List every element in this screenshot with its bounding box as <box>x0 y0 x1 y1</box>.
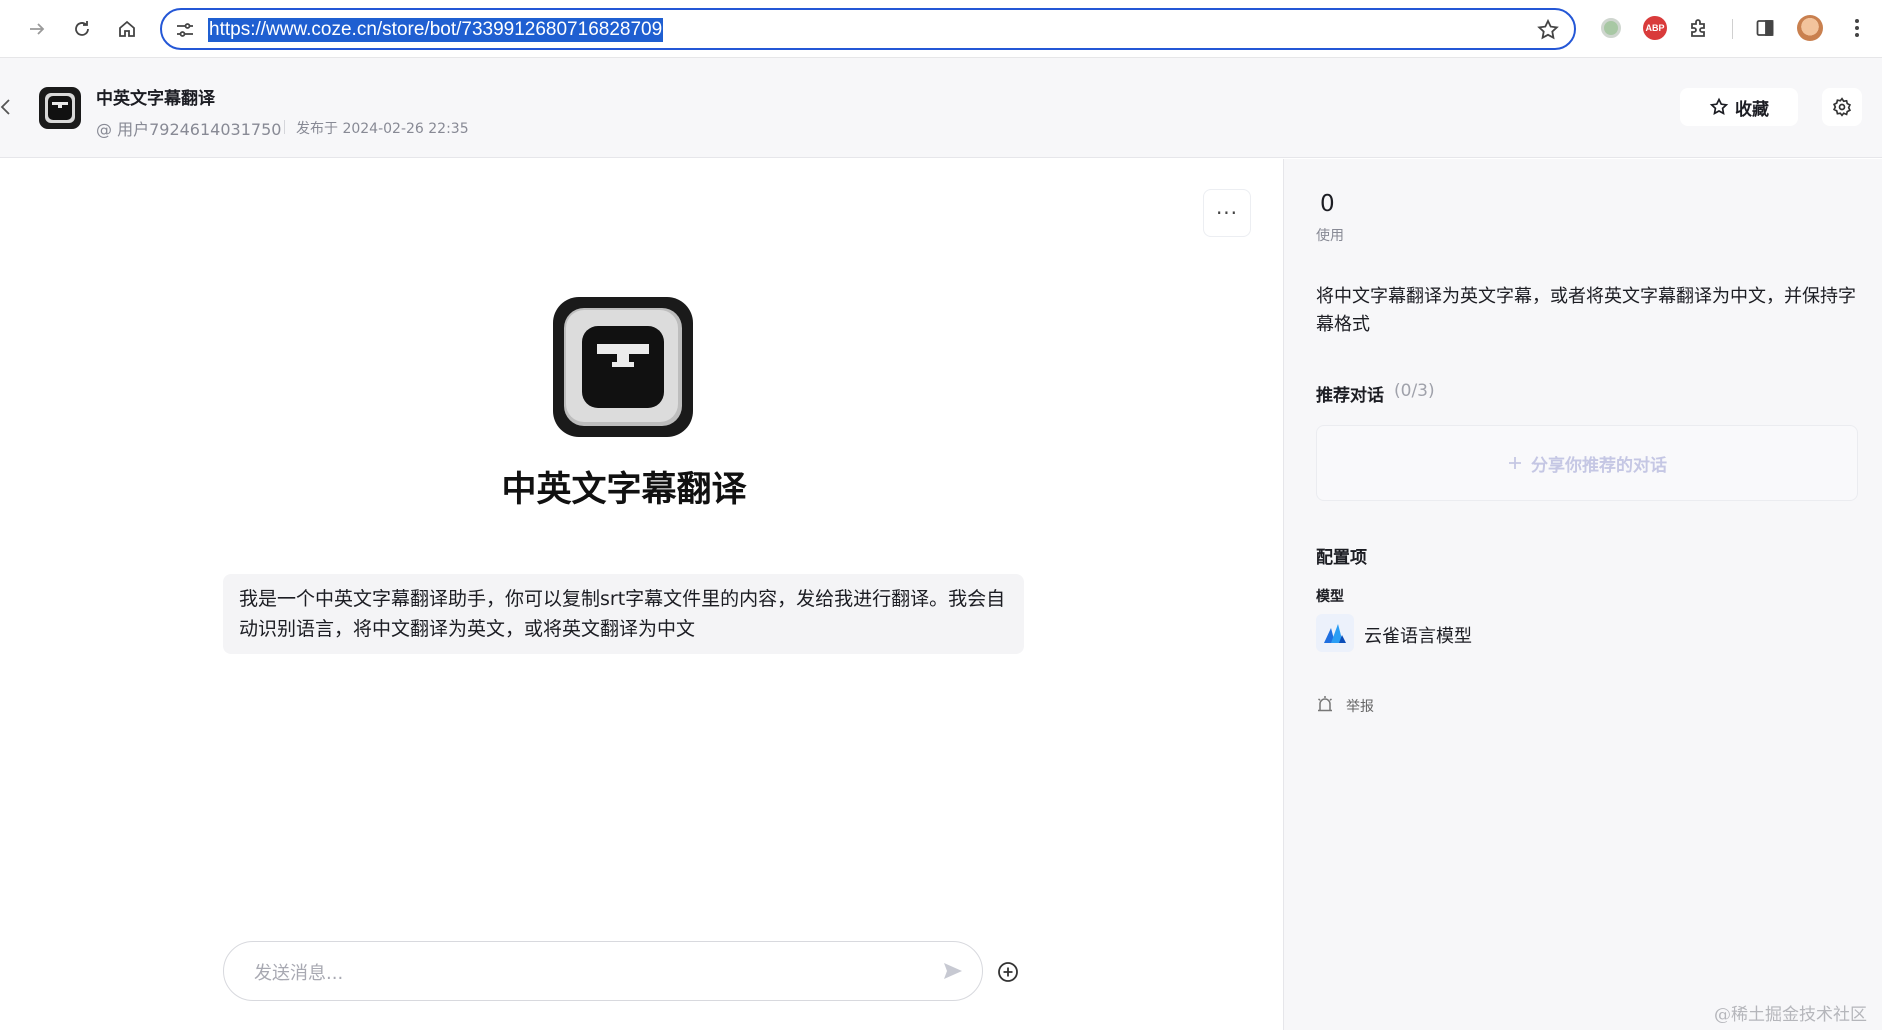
message-input-placeholder: 发送消息... <box>254 963 344 984</box>
url-text[interactable]: https://www.coze.cn/store/bot/7339912680… <box>208 18 664 42</box>
favorite-button[interactable]: 收藏 <box>1680 88 1798 126</box>
star-icon <box>1709 97 1729 115</box>
toolbar-divider <box>1732 19 1733 39</box>
bot-title: 中英文字幕翻译 <box>96 89 215 109</box>
reload-icon[interactable] <box>67 14 97 44</box>
recommended-count: (0/3) <box>1394 381 1435 401</box>
report-link[interactable]: 举报 <box>1346 696 1374 716</box>
address-bar[interactable]: https://www.coze.cn/store/bot/7339912680… <box>160 8 1576 50</box>
extension-green-icon[interactable] <box>1598 15 1624 41</box>
bot-avatar <box>39 87 81 129</box>
model-label: 模型 <box>1316 589 1344 605</box>
bot-avatar-large <box>553 297 693 437</box>
recommended-title: 推荐对话 <box>1316 386 1384 406</box>
bot-author[interactable]: @ 用户7924614031750 <box>96 116 281 140</box>
forward-icon[interactable] <box>22 14 52 44</box>
bot-header: 中英文字幕翻译 @ 用户7924614031750 发布于 2024-02-26… <box>0 58 1882 158</box>
more-options-button[interactable]: ··· <box>1203 189 1251 237</box>
menu-icon[interactable] <box>1844 15 1870 41</box>
send-icon[interactable] <box>942 960 964 982</box>
usage-count: 0 <box>1320 191 1335 217</box>
intro-message: 我是一个中英文字幕翻译助手，你可以复制srt字幕文件里的内容，发给我进行翻译。我… <box>223 574 1024 654</box>
bot-description: 将中文字幕翻译为英文字幕，或者将英文字幕翻译为中文，并保持字幕格式 <box>1316 286 1856 335</box>
watermark: @稀土掘金技术社区 <box>1714 1005 1867 1025</box>
chat-area: ··· 中英文字幕翻译 我是一个中英文字幕翻译助手，你可以复制srt字幕文件里的… <box>0 159 1282 1030</box>
home-icon[interactable] <box>112 14 142 44</box>
plus-icon <box>1509 457 1521 469</box>
message-input[interactable]: 发送消息... <box>223 941 983 1001</box>
model-icon <box>1316 614 1354 652</box>
add-icon[interactable] <box>995 959 1021 985</box>
publish-time: 发布于 2024-02-26 22:35 <box>296 121 469 137</box>
bot-info-sidebar: 0 使用 将中文字幕翻译为英文字幕，或者将英文字幕翻译为中文，并保持字幕格式 推… <box>1283 159 1882 1030</box>
share-recommended-label: 分享你推荐的对话 <box>1531 455 1667 476</box>
adblock-icon[interactable]: ABP <box>1642 15 1668 41</box>
side-panel-icon[interactable] <box>1752 15 1778 41</box>
settings-icon <box>1832 97 1852 117</box>
site-info-icon[interactable] <box>174 19 196 41</box>
model-name: 云雀语言模型 <box>1364 626 1472 647</box>
favorite-label: 收藏 <box>1735 99 1769 120</box>
share-recommended-button[interactable]: 分享你推荐的对话 <box>1316 425 1858 501</box>
back-icon[interactable] <box>0 96 14 118</box>
report-icon[interactable] <box>1316 695 1334 713</box>
puzzle-icon[interactable] <box>1686 15 1712 41</box>
config-title: 配置项 <box>1316 548 1367 568</box>
settings-button[interactable] <box>1822 88 1862 126</box>
usage-label: 使用 <box>1316 228 1344 244</box>
star-icon[interactable] <box>1536 18 1560 42</box>
meta-divider <box>284 120 285 134</box>
bot-name: 中英文字幕翻译 <box>501 470 747 510</box>
profile-avatar[interactable] <box>1797 15 1823 41</box>
browser-toolbar: https://www.coze.cn/store/bot/7339912680… <box>0 0 1882 58</box>
